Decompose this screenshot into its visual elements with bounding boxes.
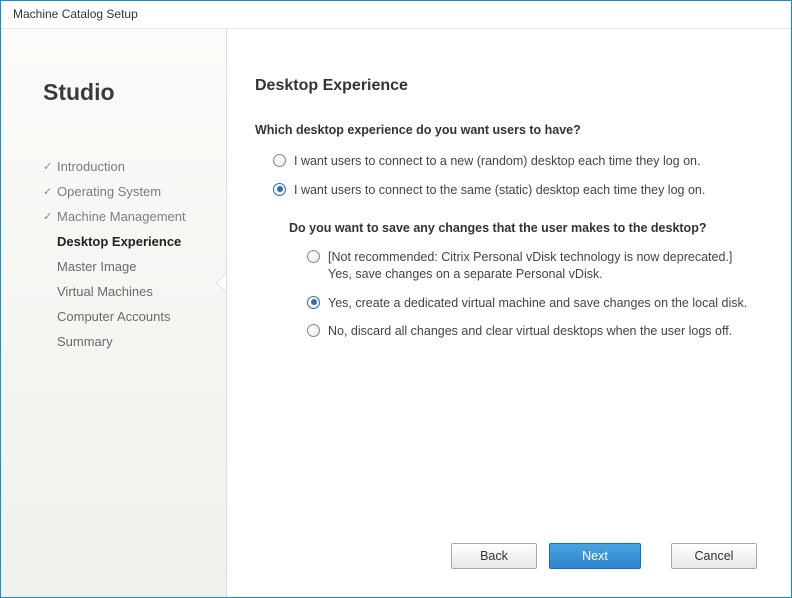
radio-icon bbox=[307, 250, 320, 263]
radio-personal-vdisk[interactable]: [Not recommended: Citrix Personal vDisk … bbox=[255, 245, 757, 291]
radio-icon bbox=[307, 324, 320, 337]
cancel-button[interactable]: Cancel bbox=[671, 543, 757, 569]
step-machine-management[interactable]: ✓ Machine Management bbox=[43, 204, 226, 229]
step-label: Virtual Machines bbox=[57, 284, 153, 299]
sidebar: Studio ✓ Introduction ✓ Operating System… bbox=[1, 29, 226, 597]
radio-discard-changes[interactable]: No, discard all changes and clear virtua… bbox=[255, 319, 757, 348]
back-button[interactable]: Back bbox=[451, 543, 537, 569]
step-computer-accounts[interactable]: Computer Accounts bbox=[43, 304, 226, 329]
radio-icon bbox=[273, 183, 286, 196]
step-label: Desktop Experience bbox=[57, 234, 181, 249]
window-body: Studio ✓ Introduction ✓ Operating System… bbox=[1, 29, 791, 597]
check-icon: ✓ bbox=[43, 160, 57, 173]
check-icon: ✓ bbox=[43, 185, 57, 198]
step-label: Operating System bbox=[57, 184, 161, 199]
step-summary[interactable]: Summary bbox=[43, 329, 226, 354]
step-label: Introduction bbox=[57, 159, 125, 174]
window-title: Machine Catalog Setup bbox=[1, 1, 791, 29]
step-label: Master Image bbox=[57, 259, 136, 274]
step-label: Computer Accounts bbox=[57, 309, 170, 324]
next-button[interactable]: Next bbox=[549, 543, 641, 569]
wizard-steps: ✓ Introduction ✓ Operating System ✓ Mach… bbox=[43, 154, 226, 354]
step-label: Machine Management bbox=[57, 209, 186, 224]
radio-static-desktop[interactable]: I want users to connect to the same (sta… bbox=[255, 178, 757, 207]
question-save-changes: Do you want to save any changes that the… bbox=[289, 221, 757, 235]
radio-label: [Not recommended: Citrix Personal vDisk … bbox=[328, 249, 748, 283]
brand-title: Studio bbox=[43, 79, 226, 106]
radio-random-desktop[interactable]: I want users to connect to a new (random… bbox=[255, 149, 757, 178]
page-heading: Desktop Experience bbox=[255, 77, 757, 95]
step-operating-system[interactable]: ✓ Operating System bbox=[43, 179, 226, 204]
step-virtual-machines[interactable]: Virtual Machines bbox=[43, 279, 226, 304]
step-desktop-experience[interactable]: Desktop Experience bbox=[43, 229, 226, 254]
wizard-window: Machine Catalog Setup Studio ✓ Introduct… bbox=[0, 0, 792, 598]
radio-label: I want users to connect to the same (sta… bbox=[294, 182, 705, 199]
step-label: Summary bbox=[57, 334, 113, 349]
radio-label: Yes, create a dedicated virtual machine … bbox=[328, 295, 747, 312]
radio-label: I want users to connect to a new (random… bbox=[294, 153, 700, 170]
radio-icon bbox=[307, 296, 320, 309]
wizard-footer: Back Next Cancel bbox=[255, 543, 757, 577]
radio-dedicated-vm[interactable]: Yes, create a dedicated virtual machine … bbox=[255, 291, 757, 320]
check-icon: ✓ bbox=[43, 210, 57, 223]
step-master-image[interactable]: Master Image bbox=[43, 254, 226, 279]
radio-icon bbox=[273, 154, 286, 167]
step-introduction[interactable]: ✓ Introduction bbox=[43, 154, 226, 179]
question-experience: Which desktop experience do you want use… bbox=[255, 123, 757, 137]
content-panel: Desktop Experience Which desktop experie… bbox=[226, 29, 791, 597]
radio-label: No, discard all changes and clear virtua… bbox=[328, 323, 732, 340]
